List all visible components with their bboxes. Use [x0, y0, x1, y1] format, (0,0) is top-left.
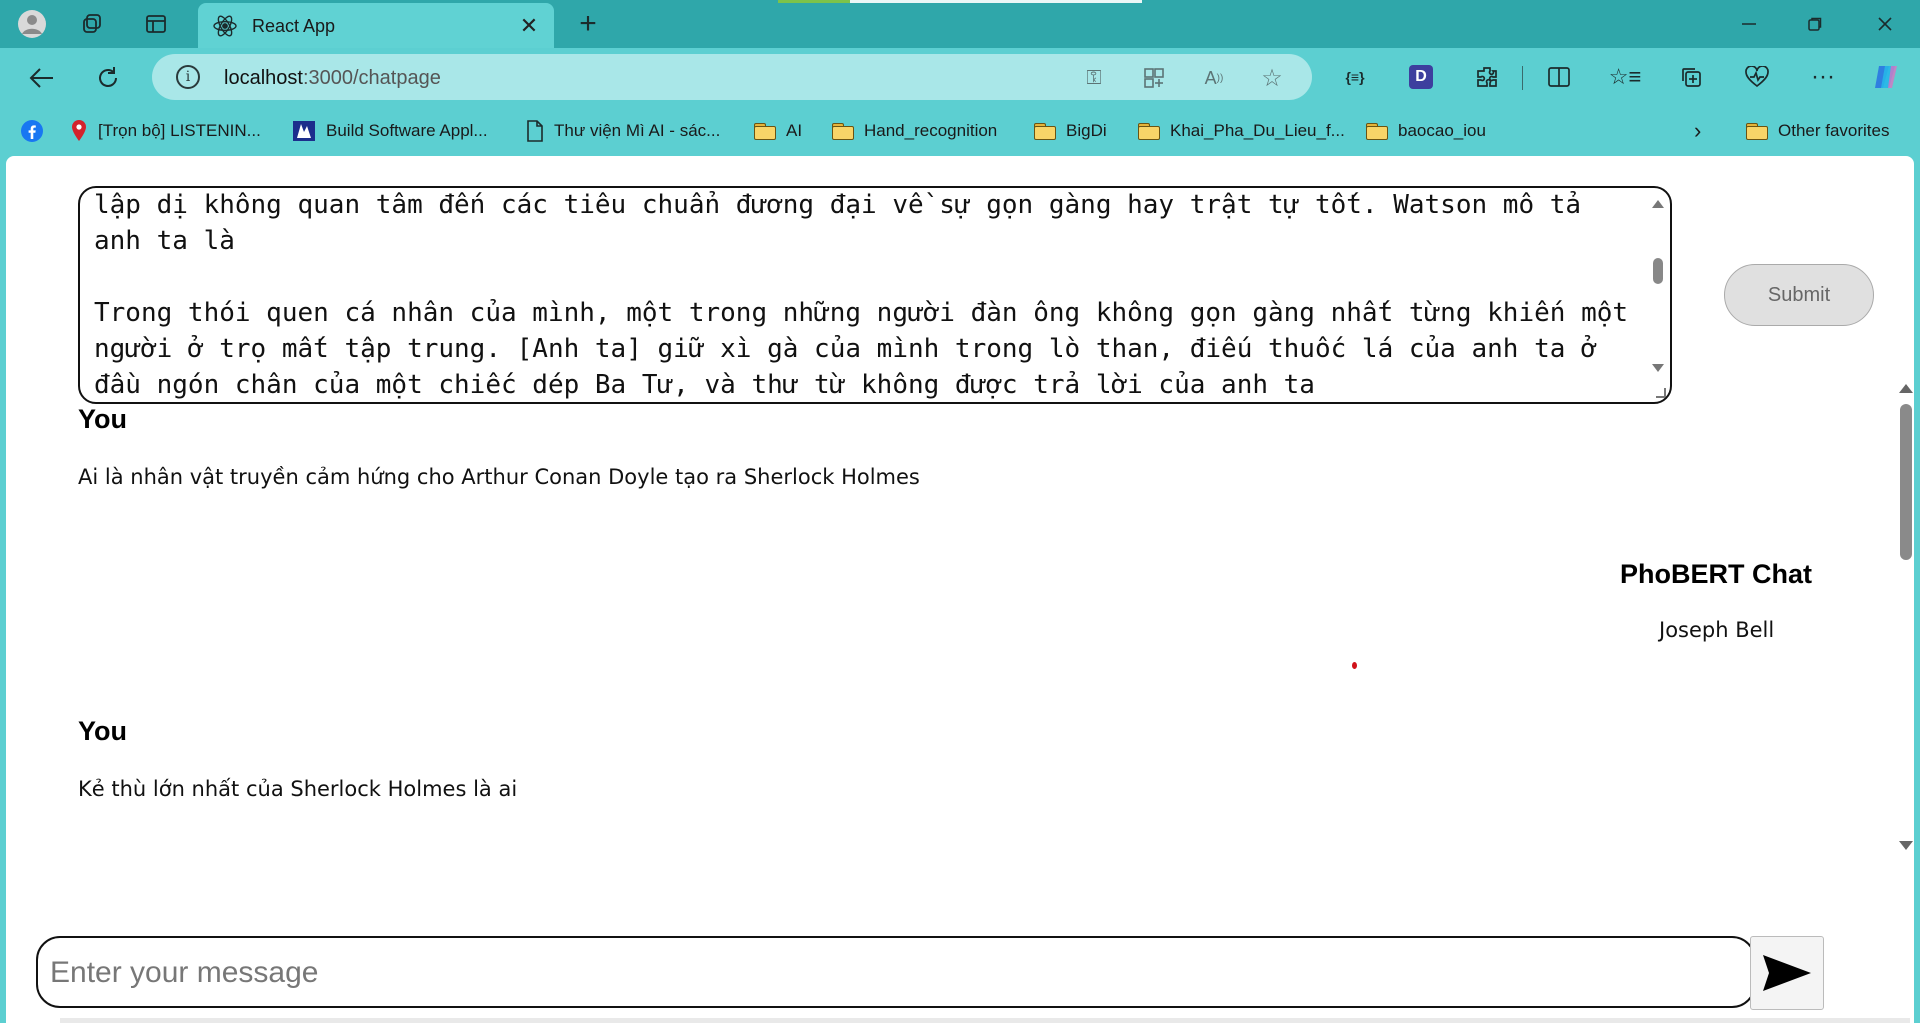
browser-essentials-icon[interactable] [1738, 58, 1776, 96]
tab-actions-icon[interactable] [140, 8, 172, 40]
page-icon [526, 120, 544, 142]
favorite-label: BigDi [1066, 121, 1107, 140]
context-textarea[interactable]: lập dị không quan tâm đến các tiêu chuẩn… [78, 186, 1672, 404]
folder-icon [1034, 122, 1056, 140]
workspaces-icon[interactable] [76, 8, 108, 40]
folder-icon [832, 122, 854, 140]
address-bar[interactable]: i localhost:3000/chatpage ⚿ A)) ☆ [152, 54, 1312, 100]
chat-scrollbar[interactable] [1896, 384, 1914, 854]
profile-avatar-icon[interactable] [16, 8, 48, 40]
favorite-label: [Trọn bộ] LISTENIN... [98, 121, 261, 140]
favorite-label: AI [786, 121, 803, 140]
favorite-label: Other favorites [1778, 121, 1890, 140]
context-text[interactable]: lập dị không quan tâm đến các tiêu chuẩn… [94, 188, 1636, 402]
tab-title: React App [252, 16, 336, 36]
textarea-scrollbar[interactable] [1650, 196, 1666, 392]
message-sender: PhoBERT Chat [1620, 559, 1812, 589]
url-host: localhost [224, 67, 303, 89]
app-available-icon[interactable] [1140, 64, 1168, 92]
send-button[interactable] [1750, 936, 1824, 1010]
key-icon[interactable]: ⚿ [1080, 64, 1108, 92]
favorite-folder[interactable]: Khai_Pha_Du_Lieu_f... [1138, 118, 1345, 144]
favorite-folder[interactable]: Hand_recognition [832, 118, 997, 144]
site-icon [292, 120, 316, 142]
site-info-icon[interactable]: i [176, 65, 200, 89]
tab-close-icon[interactable]: ✕ [514, 11, 544, 41]
split-screen-icon[interactable] [1540, 58, 1578, 96]
scroll-down-arrow-icon[interactable] [1899, 841, 1913, 850]
favorite-label: Thư viện Mì AI - sác... [554, 121, 721, 140]
favorite-label: Khai_Pha_Du_Lieu_f... [1170, 121, 1345, 140]
read-aloud-icon[interactable]: A)) [1200, 64, 1228, 92]
favorite-folder-other[interactable]: Other favorites [1746, 118, 1890, 144]
favorite-star-icon[interactable]: ☆ [1258, 64, 1286, 92]
url-path: :3000/chatpage [302, 67, 441, 89]
favorite-folder[interactable]: baocao_iou [1366, 118, 1486, 144]
scroll-thumb[interactable] [1900, 404, 1912, 560]
favorite-label: baocao_iou [1398, 121, 1486, 140]
restore-button[interactable] [1788, 6, 1842, 42]
message-sender: You [78, 404, 127, 434]
d-extension-icon[interactable]: D [1402, 58, 1440, 96]
extensions-icon[interactable] [1468, 58, 1506, 96]
folder-icon [1746, 122, 1768, 140]
react-icon [212, 13, 238, 39]
favorites-bar: [Trọn bộ] LISTENIN... Build Software App… [0, 106, 1920, 156]
scroll-up-arrow-icon[interactable] [1899, 384, 1913, 393]
toolbar-separator [1522, 66, 1523, 90]
browser-toolbar: i localhost:3000/chatpage ⚿ A)) ☆ {≡} D … [0, 48, 1920, 106]
page-content: lập dị không quan tâm đến các tiêu chuẩn… [6, 156, 1914, 1023]
favorite-item[interactable]: [Trọn bộ] LISTENIN... [70, 118, 261, 144]
favorite-facebook[interactable] [20, 118, 54, 144]
copilot-icon[interactable] [1868, 58, 1906, 96]
address-url[interactable]: localhost:3000/chatpage [224, 67, 441, 90]
close-window-button[interactable] [1858, 6, 1912, 42]
scroll-thumb[interactable] [1653, 258, 1663, 284]
send-arrow-icon [1763, 955, 1811, 991]
tab-react-app[interactable]: React App ✕ [198, 3, 554, 48]
resize-grip-icon[interactable] [1656, 388, 1666, 398]
submit-button[interactable]: Submit [1724, 264, 1874, 326]
message-text: Joseph Bell [1659, 618, 1775, 642]
minimize-button[interactable] [1722, 6, 1776, 42]
page-bottom-divider [60, 1018, 1910, 1023]
settings-more-icon[interactable]: ··· [1804, 58, 1842, 96]
favorite-label: Build Software Appl... [326, 121, 488, 140]
browser-titlebar: React App ✕ + [0, 0, 1920, 48]
message-text: Kẻ thù lớn nhất của Sherlock Holmes là a… [78, 777, 518, 801]
back-button[interactable] [24, 60, 60, 96]
favorites-icon[interactable]: ☆≡ [1606, 58, 1644, 96]
new-tab-button[interactable]: + [570, 7, 606, 40]
favorite-folder[interactable]: AI [754, 118, 802, 144]
user-message: You Ai là nhân vật truyền cảm hứng cho A… [78, 404, 920, 489]
refresh-button[interactable] [90, 60, 126, 96]
folder-icon [754, 122, 776, 140]
collections-icon[interactable] [1672, 58, 1710, 96]
chat-messages: You Ai là nhân vật truyền cảm hứng cho A… [6, 404, 1906, 854]
user-message: You Kẻ thù lớn nhất của Sherlock Holmes … [78, 716, 517, 801]
message-sender: You [78, 716, 127, 746]
message-input[interactable] [50, 948, 1730, 998]
favorites-overflow-chevron-icon[interactable]: › [1694, 118, 1701, 144]
facebook-icon [20, 119, 44, 143]
favorite-folder[interactable]: BigDi [1034, 118, 1107, 144]
cursor-dot [1352, 662, 1357, 669]
favorite-item[interactable]: Thư viện Mì AI - sác... [526, 118, 720, 144]
scroll-down-arrow-icon[interactable] [1652, 364, 1664, 372]
loading-indicator [778, 0, 1142, 3]
message-text: Ai là nhân vật truyền cảm hứng cho Arthu… [78, 465, 920, 489]
favorite-item[interactable]: Build Software Appl... [292, 118, 488, 144]
folder-icon [1366, 122, 1388, 140]
message-input-box[interactable] [36, 936, 1756, 1008]
map-pin-icon [70, 119, 88, 143]
favorite-label: Hand_recognition [864, 121, 998, 140]
folder-icon [1138, 122, 1160, 140]
scroll-up-arrow-icon[interactable] [1652, 200, 1664, 208]
json-extension-icon[interactable]: {≡} [1336, 58, 1374, 96]
